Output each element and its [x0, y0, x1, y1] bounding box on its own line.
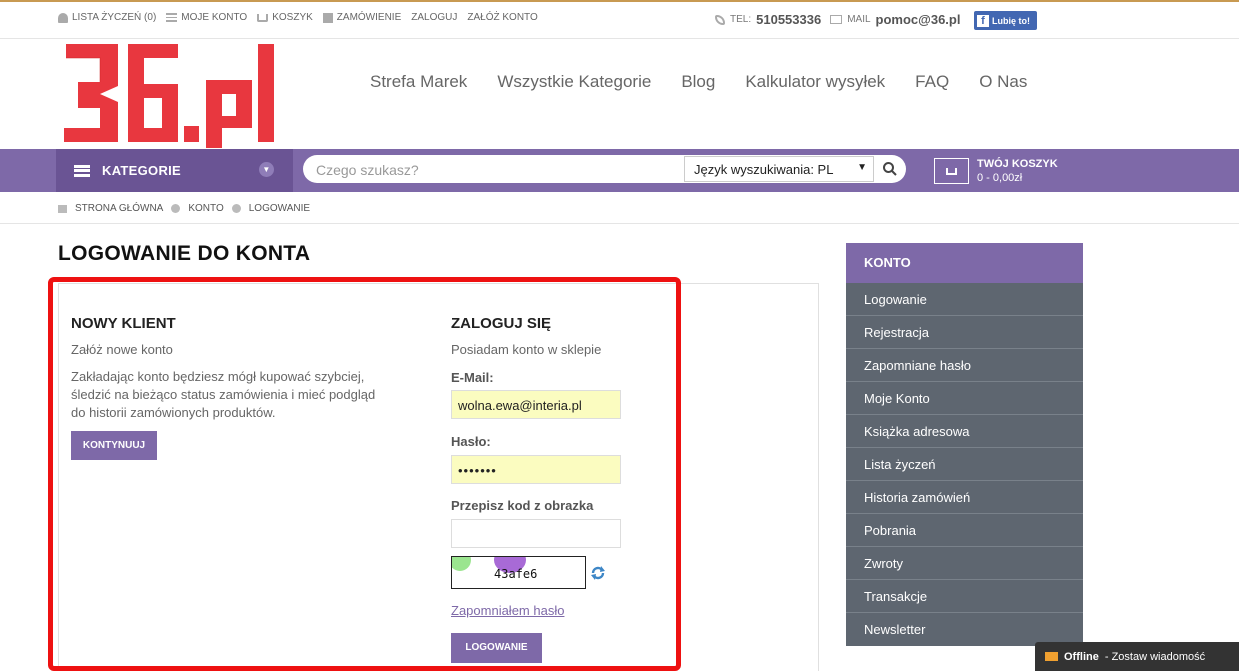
- cart-box-icon: [934, 158, 969, 184]
- breadcrumb-separator-icon: [231, 204, 241, 213]
- sidebar-menu: Logowanie Rejestracja Zapomniane hasło M…: [846, 283, 1083, 646]
- page-title: LOGOWANIE DO KONTA: [58, 242, 311, 265]
- sidebar-item-login[interactable]: Logowanie: [846, 283, 1083, 316]
- envelope-icon: [1045, 652, 1058, 661]
- search-language-value: Język wyszukiwania: PL: [694, 162, 834, 177]
- nav-faq[interactable]: FAQ: [915, 72, 949, 92]
- facebook-like-label: Lubię to!: [992, 15, 1030, 26]
- password-label: Hasło:: [451, 434, 491, 449]
- order-icon: [322, 12, 333, 23]
- refresh-icon[interactable]: [590, 565, 606, 581]
- chat-text: - Zostaw wiadomość: [1104, 650, 1206, 663]
- new-client-description: Zakładając konto będziesz mógł kupować s…: [71, 368, 375, 422]
- search-language-select[interactable]: Język wyszukiwania: PL ▼: [684, 156, 874, 182]
- description-line: do historii zamówionych produktów.: [71, 405, 276, 420]
- user-icon: [58, 12, 68, 23]
- login-title: ZALOGUJ SIĘ: [451, 315, 552, 332]
- search-input[interactable]: Czego szukasz?: [316, 162, 419, 178]
- breadcrumb-separator-icon: [171, 204, 181, 213]
- cart-title: TWÓJ KOSZYK: [977, 158, 1058, 170]
- captcha-code: 43afe6: [494, 567, 538, 581]
- email-label: E-Mail:: [451, 370, 494, 385]
- breadcrumb: STRONA GŁÓWNA KONTO LOGOWANIE: [58, 203, 310, 214]
- home-icon: [58, 204, 67, 213]
- register-label: ZAŁÓŻ KONTO: [467, 12, 538, 23]
- categories-button[interactable]: KATEGORIE ▼: [56, 149, 293, 192]
- breadcrumb-home[interactable]: STRONA GŁÓWNA: [75, 203, 163, 214]
- nav-about[interactable]: O Nas: [979, 72, 1027, 92]
- register-link[interactable]: ZAŁÓŻ KONTO: [467, 12, 537, 23]
- cart-label: KOSZYK: [272, 12, 313, 23]
- description-line: śledzić na bieżąco status zamówienia i m…: [71, 387, 376, 402]
- sidebar-item-transactions[interactable]: Transakcje: [846, 580, 1083, 613]
- sidebar-item-my-account[interactable]: Moje Konto: [846, 382, 1083, 415]
- sidebar-item-forgot-password[interactable]: Zapomniane hasło: [846, 349, 1083, 382]
- nav-all-categories[interactable]: Wszystkie Kategorie: [497, 72, 651, 92]
- sidebar-item-register[interactable]: Rejestracja: [846, 316, 1083, 349]
- main-nav: Strefa Marek Wszystkie Kategorie Blog Ka…: [370, 72, 1027, 92]
- new-client-title: NOWY KLIENT: [71, 315, 176, 332]
- sidebar-item-order-history[interactable]: Historia zamówień: [846, 481, 1083, 514]
- new-client-subtitle: Załóż nowe konto: [71, 342, 173, 357]
- chat-status: Offline: [1064, 650, 1099, 663]
- login-button[interactable]: LOGOWANIE: [451, 633, 542, 663]
- mail-address[interactable]: pomoc@36.pl: [876, 12, 961, 27]
- mail-label: MAIL: [847, 14, 871, 25]
- nav-brands[interactable]: Strefa Marek: [370, 72, 467, 92]
- breadcrumb-login: LOGOWANIE: [248, 203, 311, 214]
- phone-icon: [715, 14, 725, 25]
- hamburger-icon: [74, 164, 90, 177]
- login-link[interactable]: ZALOGUJ: [411, 12, 457, 23]
- password-field[interactable]: •••••••: [451, 455, 621, 484]
- login-subtitle: Posiadam konto w sklepie: [451, 342, 602, 357]
- nav-blog[interactable]: Blog: [681, 72, 715, 92]
- search-icon[interactable]: [882, 161, 898, 177]
- sidebar-item-downloads[interactable]: Pobrania: [846, 514, 1083, 547]
- continue-button[interactable]: KONTYNUUJ: [71, 431, 157, 460]
- tel-number: 510553336: [756, 12, 822, 27]
- sidebar-item-wishlist[interactable]: Lista życzeń: [846, 448, 1083, 481]
- dropdown-arrow-icon: ▼: [857, 162, 867, 173]
- contact-info: TEL: 510553336 MAIL pomoc@36.pl: [715, 12, 960, 27]
- cart-summary: 0 - 0,00zł: [977, 172, 1023, 184]
- nav-shipping-calculator[interactable]: Kalkulator wysyłek: [745, 72, 885, 92]
- mail-icon: [830, 15, 843, 24]
- my-account-label: MOJE KONTO: [181, 12, 248, 23]
- checkout-label: ZAMÓWIENIE: [336, 12, 402, 23]
- captcha-image: 43afe6: [451, 556, 586, 589]
- email-field[interactable]: wolna.ewa@interia.pl: [451, 390, 621, 419]
- cart-widget[interactable]: TWÓJ KOSZYK 0 - 0,00zł: [934, 158, 1058, 184]
- cart-link[interactable]: KOSZYK: [257, 12, 313, 23]
- forgot-password-link[interactable]: Zapomniałem hasło: [451, 603, 564, 618]
- categories-label: KATEGORIE: [102, 163, 182, 178]
- site-logo[interactable]: [58, 42, 278, 148]
- checkout-link[interactable]: ZAMÓWIENIE: [322, 12, 402, 23]
- facebook-icon: f: [977, 14, 989, 27]
- top-bar: LISTA ŻYCZEŃ (0) MOJE KONTO KOSZYK ZAMÓW…: [0, 2, 1239, 39]
- tel-label: TEL:: [730, 14, 752, 25]
- divider: [0, 223, 1239, 224]
- search-bar: Czego szukasz? Język wyszukiwania: PL ▼: [303, 155, 906, 183]
- login-label: ZALOGUJ: [411, 12, 458, 23]
- cart-icon: [257, 13, 269, 22]
- captcha-label: Przepisz kod z obrazka: [451, 498, 594, 513]
- sidebar-title: KONTO: [846, 243, 1083, 283]
- wishlist-label: LISTA ŻYCZEŃ (0): [72, 12, 157, 23]
- description-line: Zakładając konto będziesz mógł kupować s…: [71, 369, 365, 384]
- wishlist-link[interactable]: LISTA ŻYCZEŃ (0): [58, 12, 156, 23]
- facebook-like-button[interactable]: f Lubię to!: [974, 11, 1037, 30]
- sidebar-item-address-book[interactable]: Książka adresowa: [846, 415, 1083, 448]
- logo-36pl: [64, 44, 274, 148]
- my-account-link[interactable]: MOJE KONTO: [166, 12, 247, 23]
- sidebar-item-returns[interactable]: Zwroty: [846, 547, 1083, 580]
- breadcrumb-account[interactable]: KONTO: [188, 203, 223, 214]
- list-icon: [166, 13, 178, 22]
- top-links: LISTA ŻYCZEŃ (0) MOJE KONTO KOSZYK ZAMÓW…: [58, 12, 538, 23]
- captcha-field[interactable]: [451, 519, 621, 548]
- chevron-down-icon: ▼: [259, 162, 274, 177]
- chat-widget[interactable]: Offline - Zostaw wiadomość: [1035, 642, 1239, 671]
